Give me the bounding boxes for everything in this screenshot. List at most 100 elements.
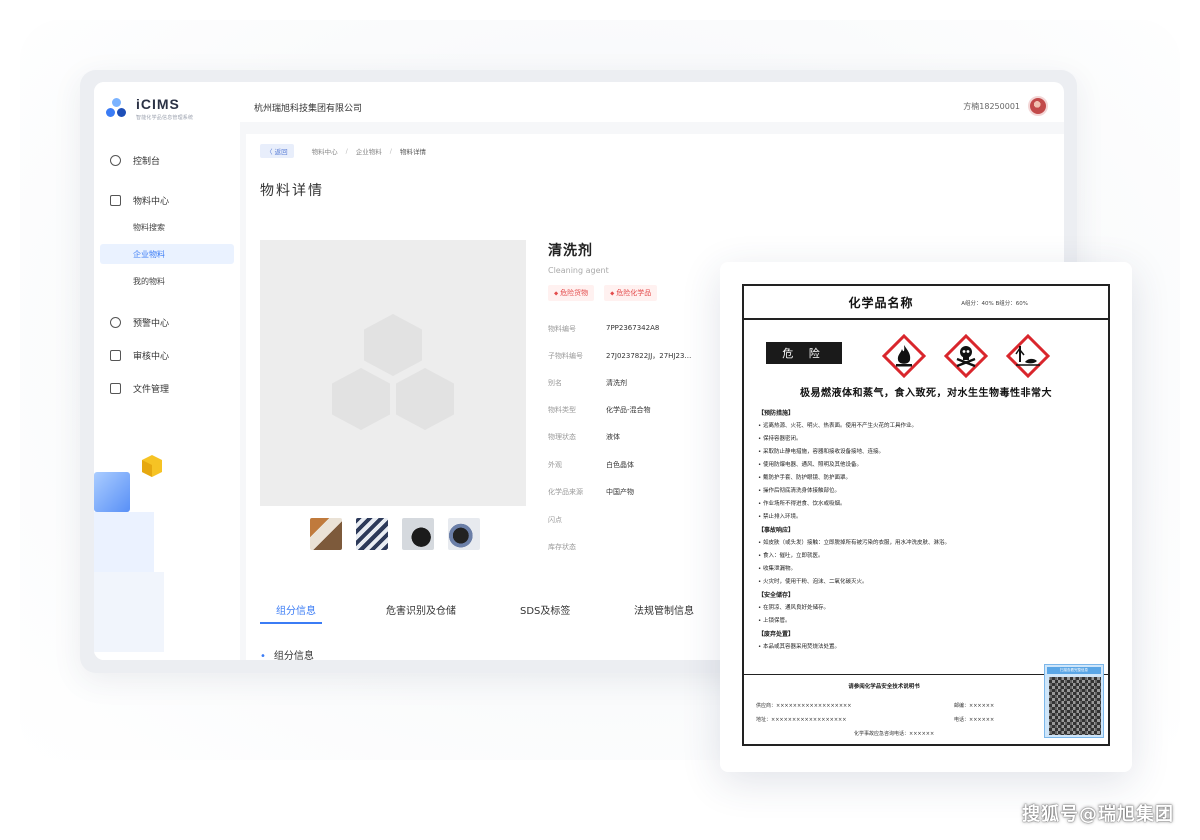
active-tab-indicator [260,622,322,624]
label-line: • 禁止排入环境。 [758,514,802,520]
thumbnail[interactable] [310,518,342,550]
label-line: • 操作后彻底清洗身体接触部位。 [758,488,840,494]
watermark: 搜狐号@瑞旭集团 [1022,804,1174,825]
back-button[interactable]: 〈 返回 [260,144,294,158]
label-line: • 在阴凉、通风良好处储存。 [758,605,829,611]
emergency-line: 化学事故应急咨询电话：×××××× [854,731,935,737]
divider [744,318,1108,320]
breadcrumb-item[interactable]: 企业物料 [356,146,382,156]
qr-code[interactable] [1049,677,1101,735]
placeholder-hex-icon [396,368,454,430]
hazard-tag: 危险货物 [548,285,595,301]
sidebar-item-dashboard[interactable]: 控制台 [100,150,234,170]
sidebar-item-label: 我的物料 [133,276,165,286]
placeholder-hex-icon [364,314,422,376]
product-image-placeholder [260,240,526,506]
thumbnail[interactable] [356,518,388,550]
logo: iCIMS 智能化学品信息管理系统 [106,96,193,121]
label-title: 化学品名称 [848,296,914,310]
tab-hazard-storage[interactable]: 危害识别及仓储 [386,602,456,617]
sidebar-item-my-materials[interactable]: 我的物料 [100,271,234,291]
sidebar-item-material-search[interactable]: 物料搜索 [100,217,234,237]
supplier-line: 供应商：×××××××××××××××××× [756,703,852,709]
file-icon [110,382,121,394]
label-line: • 作业场所不得进食、饮水或吸烟。 [758,501,846,507]
hazard-tag: 危险化学品 [604,285,658,301]
cube-icon [110,194,121,206]
field-key: 外观 [548,461,562,469]
sidebar-item-label: 预警中心 [133,318,170,329]
field-row: 化学品来源 中国产物 [548,487,748,501]
thumbnail[interactable] [402,518,434,550]
thumbnail[interactable] [448,518,480,550]
sidebar-item-label: 控制台 [133,156,161,167]
document-icon [110,349,121,361]
field-key: 化学品来源 [548,488,583,496]
product-name-en: Cleaning agent [548,266,609,275]
field-value: 化学品-混合物 [606,406,651,414]
sidebar-item-file-management[interactable]: 文件管理 [100,378,234,398]
label-line: • 收集泄漏物。 [758,566,796,572]
field-value: 27J0237822JJ，27HJ23… [606,352,692,360]
sidebar-item-review-center[interactable]: 审核中心 [100,345,234,365]
field-key: 物料编号 [548,325,576,333]
field-row: 库存状态 [548,542,748,556]
breadcrumb-item[interactable]: 物料中心 [312,146,338,156]
label-section-heading: 【预防措施】 [758,410,795,417]
thumbnail-strip [310,518,494,550]
section-title: 组分信息 [260,647,314,660]
qr-code-panel[interactable]: 扫描查看完整信息 [1044,664,1104,738]
app-subtitle: 智能化学品信息管理系统 [136,115,194,121]
sidebar-item-material-center[interactable]: 物料中心 [100,190,234,210]
tab-regulation[interactable]: 法规管制信息 [634,602,694,617]
sidebar-item-label: 文件管理 [133,384,170,395]
app-name: iCIMS [136,96,180,112]
tab-composition[interactable]: 组分信息 [276,602,316,617]
label-line: • 远离热源、火花、明火、热表面。使用不产生火花的工具作业。 [758,423,917,429]
label-line: • 保持容器密闭。 [758,436,802,442]
breadcrumb-separator: / [389,147,392,155]
decorative-illustration [94,455,164,652]
page-title: 物料详情 [260,183,324,199]
sidebar-item-enterprise-materials[interactable]: 企业物料 [100,244,234,264]
flame-icon [881,333,927,379]
phone-line: 电话：×××××× [954,717,995,723]
field-row: 外观 白色晶体 [548,460,748,474]
hazard-statement: 极易燃液体和蒸气，食入致死，对水生生物毒性非常大 [800,388,1052,399]
user-name: 方楠18250001 [963,101,1020,111]
dashboard-icon [110,154,121,166]
field-row: 子物料编号 27J0237822JJ，27HJ23… [548,351,748,365]
field-row: 物料编号 7PP2367342A8 [548,324,748,338]
label-line: • 本品或其容器采用焚烧法处置。 [758,644,840,650]
field-row: 物料类型 化学品-混合物 [548,405,748,419]
skull-crossbones-icon [943,333,989,379]
tab-sds-label[interactable]: SDS及标签 [520,602,570,617]
field-key: 库存状态 [548,543,576,551]
sidebar-item-label: 物料搜索 [133,222,165,232]
label-section-heading: 【安全储存】 [758,592,795,599]
field-key: 物料类型 [548,406,576,414]
breadcrumb: 〈 返回 物料中心 / 企业物料 / 物料详情 [260,144,426,158]
company-name: 杭州瑞旭科技集团有限公司 [254,104,363,114]
field-key: 别名 [548,379,562,387]
avatar[interactable] [1028,96,1048,116]
sidebar-item-label: 企业物料 [133,249,165,259]
label-line: • 使用防爆电器、通风、照明及其他设备。 [758,462,862,468]
field-value: 7PP2367342A8 [606,324,660,332]
sidebar-item-alert-center[interactable]: 预警中心 [100,312,234,332]
label-line: • 火灾时，使用干粉、泡沫、二氧化碳灭火。 [758,579,868,585]
label-line: • 戴防护手套、防护眼镜、防护面罩。 [758,475,851,481]
label-line: • 采取防止静电措施，容器和接收设备接地、连接。 [758,449,884,455]
label-section-heading: 【废弃处置】 [758,631,795,638]
field-key: 物理状态 [548,433,576,441]
field-value: 清洗剂 [606,379,627,387]
field-row: 别名 清洗剂 [548,378,748,392]
sidebar-item-label: 审核中心 [133,351,170,362]
user-menu[interactable]: 方楠18250001 [963,96,1048,116]
placeholder-hex-icon [332,368,390,430]
field-row: 闪点 [548,515,748,529]
zip-line: 邮编：×××××× [954,703,995,709]
hazard-tags: 危险货物 危险化学品 [548,285,667,301]
chemical-label: 化学品名称 A组分：40% B组分：60% 危 险 极易燃液体和蒸气，食入致死， [742,284,1110,746]
sidebar-item-label: 物料中心 [133,196,170,207]
